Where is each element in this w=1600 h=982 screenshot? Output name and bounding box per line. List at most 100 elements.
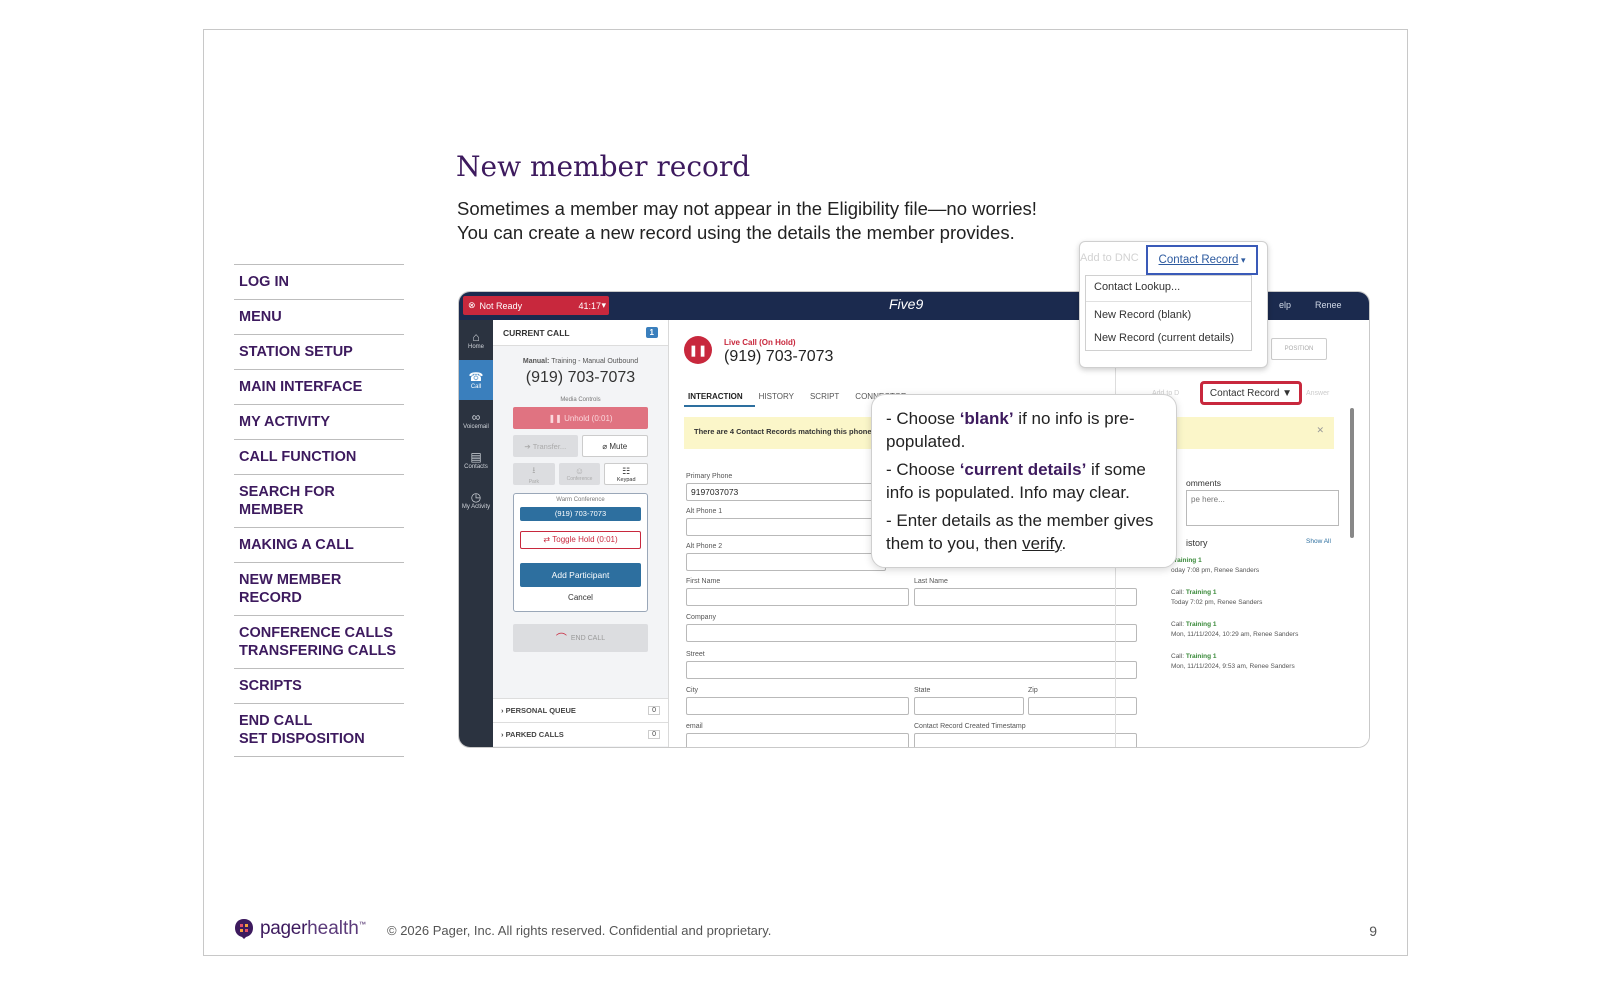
subtitle: Sometimes a member may not appear in the… [457, 197, 1037, 245]
alt-phone-2-label: Alt Phone 2 [686, 543, 723, 550]
callout-line-current: - Choose ‘current details’ if some info … [886, 460, 1146, 502]
copyright-text: © 2026 Pager, Inc. All rights reserved. … [387, 923, 772, 938]
menu-item-new-record-current[interactable]: New Record (current details) [1086, 327, 1251, 350]
history-item[interactable]: Call: Training 1 Mon, 11/11/2024, 10:29 a… [1171, 620, 1298, 640]
first-name-label: First Name [686, 578, 721, 585]
history-item[interactable]: Training 1 oday 7:08 pm, Renee Sanders [1171, 556, 1259, 576]
nav-item-my-activity[interactable]: MY ACTIVITY [234, 404, 404, 439]
nav-item-making-a-call[interactable]: MAKING A CALL [234, 527, 404, 562]
transfer-button[interactable]: ➔ Transfer... [513, 435, 578, 457]
history-label: istory [1186, 538, 1208, 548]
cancel-button[interactable]: Cancel [520, 593, 641, 607]
nav-item-menu[interactable]: MENU [234, 299, 404, 334]
instructions-callout: - Choose ‘blank’ if no info is pre-popul… [871, 394, 1177, 568]
zip-label: Zip [1028, 687, 1038, 694]
contact-record-dropdown: Add to DNC Contact Record ▾ Contact Look… [1079, 241, 1268, 368]
email-field[interactable] [686, 733, 909, 747]
add-to-dnc-link[interactable]: Add to DNC [1080, 252, 1139, 264]
keypad-button[interactable]: ☷ Keypad [604, 463, 649, 485]
toggle-hold-button[interactable]: ⇄ Toggle Hold (0:01) [520, 531, 641, 549]
last-name-field[interactable] [914, 588, 1137, 606]
add-participant-button[interactable]: Add Participant [520, 563, 641, 587]
home-icon: ⌂ [472, 330, 480, 344]
last-name-label: Last Name [914, 578, 948, 585]
unhold-button[interactable]: ❚❚ Unhold (0:01) [513, 407, 648, 429]
call-count-badge: 1 [645, 327, 658, 338]
city-field[interactable] [686, 697, 909, 715]
menu-divider [1086, 301, 1251, 302]
rail-contacts[interactable]: ▤ Contacts [459, 440, 493, 480]
history-item[interactable]: Call: Training 1 Mon, 11/11/2024, 9:53 am… [1171, 652, 1295, 672]
current-call-header: CURRENT CALL 1 [493, 320, 668, 346]
tab-interaction[interactable]: INTERACTION [684, 392, 755, 407]
street-field[interactable] [686, 661, 1137, 679]
answer-link[interactable]: Answer [1306, 390, 1329, 397]
pause-icon: ❚❚ [684, 336, 712, 364]
menu-item-contact-lookup[interactable]: Contact Lookup... [1086, 276, 1251, 299]
pager-health-logo: pagerhealth™ [234, 918, 366, 940]
nav-item-station-setup[interactable]: STATION SETUP [234, 334, 404, 369]
contact-record-button[interactable]: Contact Record ▾ [1146, 245, 1258, 275]
rail-home[interactable]: ⌂ Home [459, 320, 493, 360]
personal-queue-row[interactable]: › PERSONAL QUEUE 0 [493, 698, 668, 722]
contact-record-button-highlighted[interactable]: Contact Record ▼ [1200, 381, 1302, 405]
nav-item-call-function[interactable]: CALL FUNCTION [234, 439, 404, 474]
nav-item-end-call[interactable]: END CALL SET DISPOSITION [234, 703, 404, 757]
email-label: email [686, 723, 703, 730]
scrollbar[interactable] [1350, 408, 1354, 538]
show-all-link[interactable]: Show All [1306, 538, 1331, 545]
conference-button[interactable]: ☺ Conference [558, 463, 601, 485]
comments-input[interactable]: pe here... [1186, 490, 1339, 526]
swap-icon: ⇄ [543, 535, 553, 544]
arrow-right-icon: ➔ [524, 441, 533, 451]
park-button[interactable]: ⭳ Park [513, 463, 555, 485]
primary-phone-field[interactable]: 9197037073 [686, 483, 886, 501]
nav-item-new-member-record[interactable]: NEW MEMBER RECORD [234, 562, 404, 615]
live-call-status: Live Call (On Hold) [724, 338, 796, 347]
history-item[interactable]: Call: Training 1 Today 7:02 pm, Renee San… [1171, 588, 1262, 608]
tab-script[interactable]: SCRIPT [806, 392, 851, 407]
parked-calls-row[interactable]: › PARKED CALLS 0 [493, 722, 668, 746]
street-label: Street [686, 651, 705, 658]
mute-button[interactable]: ⌀ Mute [581, 435, 648, 457]
page-title: New member record [456, 150, 751, 183]
rail-call[interactable]: ☎ Call [459, 360, 493, 400]
five9-logo: Five9 [889, 296, 924, 312]
nav-item-main-interface[interactable]: MAIN INTERFACE [234, 369, 404, 404]
nav-item-scripts[interactable]: SCRIPTS [234, 668, 404, 703]
media-controls-label: Media Controls [560, 397, 601, 403]
end-call-button[interactable]: ⌒ END CALL [513, 624, 648, 652]
state-label: State [914, 687, 931, 694]
status-dropdown[interactable]: ⊗ Not Ready 41:17 ▾ [463, 296, 609, 315]
pause-icon: ❚❚ [548, 413, 565, 423]
callout-line-blank: - Choose ‘blank’ if no info is pre-popul… [886, 409, 1135, 451]
menu-item-new-record-blank[interactable]: New Record (blank) [1086, 304, 1251, 327]
created-timestamp-field[interactable] [914, 733, 1137, 747]
company-field[interactable] [686, 624, 1137, 642]
nav-item-conference-calls[interactable]: CONFERENCE CALLS TRANSFERING CALLS [234, 615, 404, 668]
alt-phone-2-field[interactable] [686, 553, 886, 571]
company-label: Company [686, 614, 716, 621]
rail-my-activity[interactable]: ◷ My Activity [459, 480, 493, 520]
help-menu[interactable]: elp [1279, 300, 1291, 310]
warm-conference-number[interactable]: (919) 703-7073 [520, 507, 641, 521]
keypad-icon: ☷ [622, 465, 631, 476]
warm-conference-label: Warm Conference [556, 497, 605, 503]
first-name-field[interactable] [686, 588, 909, 606]
nav-item-search-for-member[interactable]: SEARCH FOR MEMBER [234, 474, 404, 527]
rail-voicemail[interactable]: ∞ Voicemail [459, 400, 493, 440]
primary-phone-label: Primary Phone [686, 473, 733, 480]
nav-item-log-in[interactable]: LOG IN [234, 264, 404, 299]
user-menu[interactable]: Renee [1315, 300, 1342, 310]
section-nav: LOG IN MENU STATION SETUP MAIN INTERFACE… [234, 264, 404, 757]
alt-phone-1-field[interactable] [686, 518, 886, 536]
callout-line-enter: - Enter details as the member gives them… [886, 511, 1154, 553]
city-label: City [686, 687, 699, 694]
voicemail-icon: ∞ [471, 410, 481, 424]
state-field[interactable] [914, 697, 1024, 715]
contact-record-menu: Contact Lookup... New Record (blank) New… [1085, 275, 1252, 351]
tab-history[interactable]: HISTORY [755, 392, 806, 407]
created-timestamp-label: Contact Record Created Timestamp [914, 723, 1026, 730]
set-disposition-button[interactable]: POSITION [1271, 338, 1327, 360]
phone-icon: ☎ [468, 370, 484, 384]
